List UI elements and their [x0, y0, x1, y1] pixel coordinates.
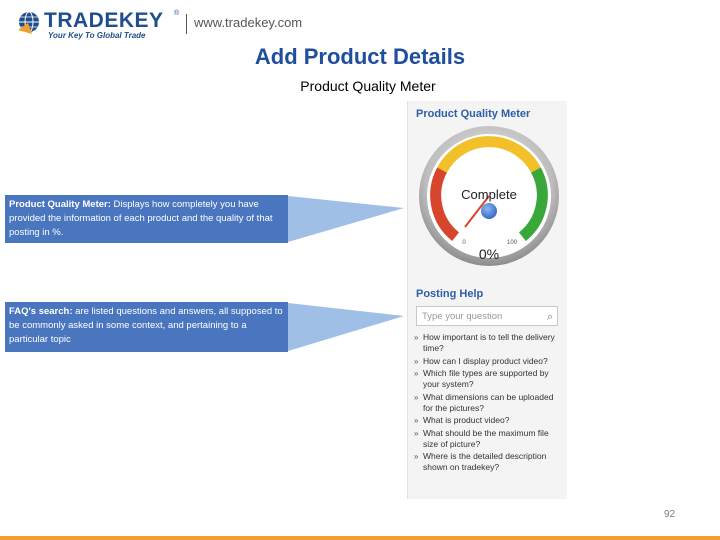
- callout-term: FAQ's search:: [9, 306, 73, 317]
- faq-item-text: What dimensions can be uploaded for the …: [423, 391, 554, 413]
- registered-mark: ®: [174, 10, 180, 17]
- faq-item[interactable]: » What is product video?: [414, 415, 564, 426]
- quality-panel: Product Quality Meter Complete 0 100 0% …: [407, 101, 567, 499]
- faq-search-input[interactable]: [417, 307, 546, 325]
- page-subtitle: Product Quality Meter: [300, 78, 436, 94]
- faq-item[interactable]: » Which file types are supported by your …: [414, 368, 564, 390]
- faq-item[interactable]: » What should be the maximum file size of…: [414, 428, 564, 450]
- logo-wordmark: TRADEKEY: [44, 9, 164, 32]
- tradekey-logo[interactable]: TRADEKEY ® Your Key To Global Trade www.…: [18, 8, 302, 42]
- site-url: www.tradekey.com: [194, 15, 303, 30]
- faq-item-text: What should be the maximum file size of …: [423, 427, 549, 449]
- faq-item[interactable]: » How important is to tell the delivery t…: [414, 332, 564, 354]
- bullet-icon: »: [414, 392, 419, 402]
- callout-term: Product Quality Meter:: [9, 199, 111, 210]
- bullet-icon: »: [414, 428, 419, 438]
- faq-item-text: How can I display product video?: [423, 355, 548, 366]
- logo-tagline: Your Key To Global Trade: [48, 31, 146, 40]
- globe-key-icon: [18, 11, 39, 34]
- faq-list: » How important is to tell the delivery t…: [414, 332, 564, 475]
- bottom-accent-bar: [0, 536, 720, 540]
- faq-item[interactable]: » What dimensions can be uploaded for the…: [414, 392, 564, 414]
- search-icon[interactable]: ⌕: [547, 310, 553, 324]
- faq-item-text: Where is the detailed description shown …: [423, 451, 547, 472]
- bullet-icon: »: [414, 416, 419, 425]
- gauge-label: Complete: [461, 187, 517, 202]
- faq-search-box[interactable]: ⌕: [416, 306, 558, 326]
- logo-separator: [186, 14, 187, 34]
- callout-faq-search: FAQ's search: are listed questions and a…: [5, 302, 288, 352]
- page-title: Add Product Details: [254, 44, 466, 69]
- quality-meter-heading: Product Quality Meter: [416, 108, 531, 120]
- faq-item[interactable]: » Where is the detailed description shown…: [414, 451, 564, 473]
- bullet-icon: »: [414, 333, 419, 342]
- gauge-max-label: 100: [507, 240, 518, 246]
- callout-quality-meter: Product Quality Meter: Displays how comp…: [5, 195, 288, 243]
- bullet-icon: »: [414, 452, 419, 461]
- quality-gauge: Complete 0 100 0%: [419, 126, 559, 266]
- callout-arrow-faq: [288, 303, 404, 351]
- faq-item[interactable]: » How can I display product video?: [414, 356, 564, 367]
- gauge-percent: 0%: [479, 246, 499, 262]
- bullet-icon: »: [414, 356, 419, 366]
- page-number: 92: [664, 509, 676, 520]
- faq-item-text: What is product video?: [423, 415, 510, 425]
- faq-item-text: How important is to tell the delivery ti…: [423, 332, 555, 353]
- callout-arrow-quality: [288, 196, 404, 242]
- faq-item-text: Which file types are supported by your s…: [423, 368, 549, 389]
- gauge-hub: [481, 203, 497, 219]
- bullet-icon: »: [414, 369, 419, 378]
- posting-help-heading: Posting Help: [416, 288, 484, 300]
